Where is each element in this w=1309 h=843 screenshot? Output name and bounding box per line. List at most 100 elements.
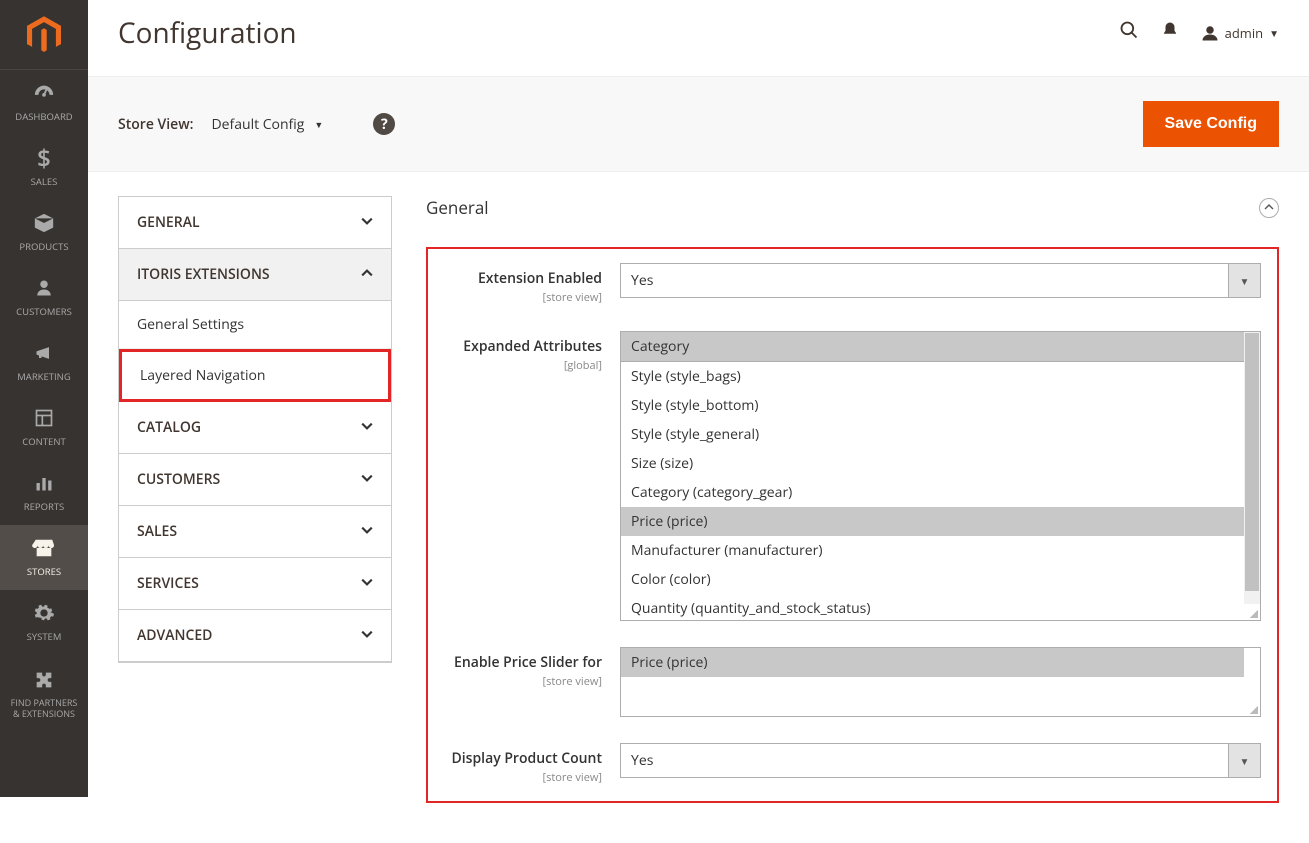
sidebar-item-products[interactable]: PRODUCTS bbox=[0, 200, 88, 265]
general-fieldset: Extension Enabled [store view] Yes ▼ Exp… bbox=[426, 247, 1279, 803]
expanded-attributes-multiselect[interactable]: CategoryStyle (style_bags)Style (style_b… bbox=[620, 331, 1261, 621]
chevron-down-icon: ▼ bbox=[1269, 26, 1279, 40]
chevron-down-icon bbox=[361, 419, 373, 436]
chevron-up-icon bbox=[361, 266, 373, 283]
sidebar-item-content[interactable]: CONTENT bbox=[0, 395, 88, 460]
magento-logo-icon bbox=[27, 16, 61, 54]
sidebar-item-find[interactable]: FIND PARTNERS & EXTENSIONS bbox=[0, 655, 88, 731]
sidebar-item-sales[interactable]: $ SALES bbox=[0, 135, 88, 200]
tab-label: ADVANCED bbox=[137, 626, 212, 645]
config-tab-sales[interactable]: SALES bbox=[119, 506, 391, 558]
config-tab-itoris-extensions[interactable]: ITORIS EXTENSIONS bbox=[119, 249, 391, 301]
layout-icon bbox=[34, 405, 54, 431]
product-count-select[interactable]: Yes ▼ bbox=[620, 743, 1261, 778]
main-content: Configuration admin ▼ Store View: Defaul… bbox=[88, 0, 1309, 843]
config-tab-catalog[interactable]: CATALOG bbox=[119, 402, 391, 454]
field-price-slider: Enable Price Slider for [store view] Pri… bbox=[430, 647, 1261, 717]
multiselect-option[interactable]: Style (style_bags) bbox=[621, 362, 1244, 391]
user-menu[interactable]: admin ▼ bbox=[1201, 24, 1279, 42]
multiselect-option[interactable]: Quantity (quantity_and_stock_status) bbox=[621, 594, 1244, 621]
sidebar-item-label: CUSTOMERS bbox=[16, 305, 72, 318]
collapse-icon[interactable] bbox=[1259, 198, 1279, 218]
multiselect-option[interactable]: Size (size) bbox=[621, 449, 1244, 478]
multiselect-option[interactable]: Manufacturer (manufacturer) bbox=[621, 536, 1244, 565]
page-title: Configuration bbox=[118, 14, 297, 52]
config-tab-advanced[interactable]: ADVANCED bbox=[119, 610, 391, 662]
bars-icon bbox=[34, 470, 54, 496]
sidebar-item-label: MARKETING bbox=[17, 370, 70, 383]
chevron-down-icon bbox=[361, 627, 373, 644]
config-tab-general[interactable]: GENERAL bbox=[119, 197, 391, 249]
field-label-text: Extension Enabled bbox=[478, 269, 602, 288]
search-icon[interactable] bbox=[1119, 20, 1139, 46]
megaphone-icon bbox=[33, 340, 55, 366]
dashboard-icon bbox=[32, 80, 56, 106]
field-product-count: Display Product Count [store view] Yes ▼ bbox=[430, 743, 1261, 785]
box-icon bbox=[33, 210, 55, 236]
config-subitem-layered-navigation[interactable]: Layered Navigation bbox=[119, 349, 391, 402]
person-icon bbox=[35, 275, 53, 301]
sidebar-item-label: CONTENT bbox=[22, 435, 65, 448]
chevron-down-icon bbox=[361, 523, 373, 540]
store-view-value: Default Config bbox=[211, 115, 304, 134]
header-actions: admin ▼ bbox=[1119, 20, 1279, 46]
sidebar-item-system[interactable]: SYSTEM bbox=[0, 590, 88, 655]
sidebar-item-customers[interactable]: CUSTOMERS bbox=[0, 265, 88, 330]
select-value: Yes bbox=[620, 743, 1229, 778]
magento-logo[interactable] bbox=[0, 0, 88, 70]
resize-handle[interactable] bbox=[1244, 604, 1260, 620]
extension-enabled-select[interactable]: Yes ▼ bbox=[620, 263, 1261, 298]
field-label-text: Expanded Attributes bbox=[463, 337, 602, 356]
config-panel: General Extension Enabled [store view] Y… bbox=[426, 196, 1279, 803]
field-scope: [store view] bbox=[430, 770, 602, 785]
multiselect-option[interactable]: Price (price) bbox=[621, 507, 1244, 536]
toolbar-left: Store View: Default Config ▼ ? bbox=[118, 113, 395, 135]
tab-label: ITORIS EXTENSIONS bbox=[137, 265, 270, 284]
chevron-down-icon bbox=[361, 214, 373, 231]
dollar-icon: $ bbox=[37, 145, 51, 171]
field-extension-enabled: Extension Enabled [store view] Yes ▼ bbox=[430, 263, 1261, 305]
save-config-button[interactable]: Save Config bbox=[1143, 101, 1279, 147]
tab-label: GENERAL bbox=[137, 213, 200, 232]
price-slider-multiselect[interactable]: Price (price) bbox=[620, 647, 1261, 717]
config-tabs: GENERAL ITORIS EXTENSIONS General Settings… bbox=[118, 196, 392, 663]
sidebar-item-label: SALES bbox=[31, 175, 58, 188]
sidebar-item-label: REPORTS bbox=[24, 500, 65, 513]
config-subitem-general-settings[interactable]: General Settings bbox=[119, 301, 391, 349]
select-value: Yes bbox=[620, 263, 1229, 298]
sidebar-item-dashboard[interactable]: DASHBOARD bbox=[0, 70, 88, 135]
field-scope: [store view] bbox=[430, 290, 602, 305]
multiselect-option[interactable]: Category (category_gear) bbox=[621, 478, 1244, 507]
sidebar-item-marketing[interactable]: MARKETING bbox=[0, 330, 88, 395]
puzzle-icon bbox=[33, 667, 55, 693]
multiselect-option[interactable]: Color (color) bbox=[621, 565, 1244, 594]
chevron-down-icon bbox=[361, 575, 373, 592]
field-expanded-attributes: Expanded Attributes [global] CategorySty… bbox=[430, 331, 1261, 621]
scrollbar[interactable] bbox=[1244, 332, 1260, 620]
multiselect-option[interactable]: Style (style_bottom) bbox=[621, 391, 1244, 420]
multiselect-option[interactable]: Style (style_general) bbox=[621, 420, 1244, 449]
tab-label: SERVICES bbox=[137, 574, 199, 593]
field-scope: [global] bbox=[430, 358, 602, 373]
section-header[interactable]: General bbox=[426, 196, 1279, 219]
admin-sidebar: DASHBOARD $ SALES PRODUCTS CUSTOMERS MARKETIN… bbox=[0, 0, 88, 797]
help-icon[interactable]: ? bbox=[373, 113, 395, 135]
user-icon bbox=[1201, 24, 1219, 42]
sidebar-item-label: FIND PARTNERS & EXTENSIONS bbox=[11, 697, 78, 719]
field-label-text: Display Product Count bbox=[451, 749, 602, 768]
chevron-down-icon: ▼ bbox=[1229, 263, 1261, 298]
multiselect-option[interactable]: Price (price) bbox=[621, 648, 1244, 677]
multiselect-option[interactable]: Category bbox=[621, 332, 1244, 362]
store-view-switcher[interactable]: Default Config ▼ bbox=[211, 115, 323, 134]
page-toolbar: Store View: Default Config ▼ ? Save Conf… bbox=[88, 76, 1309, 172]
notifications-icon[interactable] bbox=[1161, 20, 1179, 46]
sidebar-item-stores[interactable]: STORES bbox=[0, 525, 88, 590]
resize-handle[interactable] bbox=[1244, 700, 1260, 716]
sidebar-item-label: DASHBOARD bbox=[15, 110, 72, 123]
sidebar-item-reports[interactable]: REPORTS bbox=[0, 460, 88, 525]
sidebar-item-label: SYSTEM bbox=[27, 630, 62, 643]
username-label: admin bbox=[1225, 24, 1263, 42]
field-label-text: Enable Price Slider for bbox=[454, 653, 602, 672]
config-tab-customers[interactable]: CUSTOMERS bbox=[119, 454, 391, 506]
config-tab-services[interactable]: SERVICES bbox=[119, 558, 391, 610]
